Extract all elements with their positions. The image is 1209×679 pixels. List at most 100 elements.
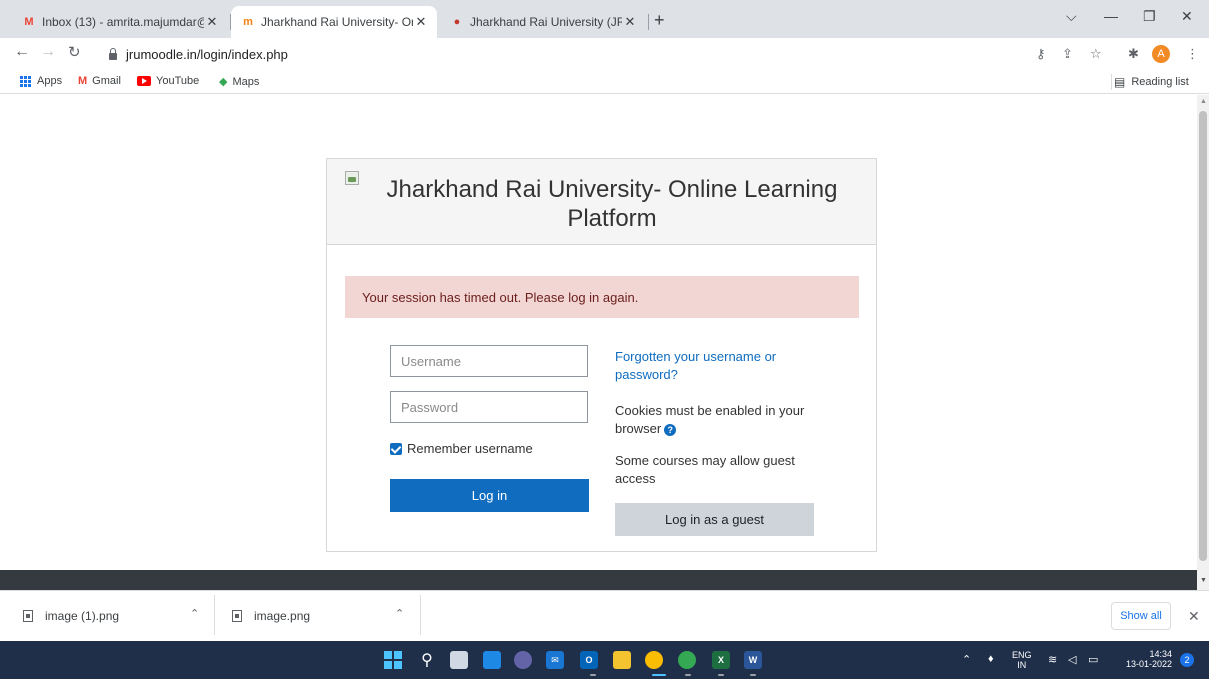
close-tab-icon[interactable]: ✕ (413, 14, 429, 30)
chrome-icon[interactable] (645, 651, 663, 669)
download-filename: image (1).png (45, 609, 120, 623)
bookmark-gmail[interactable]: M Gmail (78, 75, 121, 87)
tab-title: Inbox (13) - amrita.majumdar@jr (42, 15, 204, 29)
forward-arrow-icon[interactable]: → (40, 43, 56, 61)
cookies-notice: Cookies must be enabled in your browser? (615, 402, 815, 438)
excel-icon[interactable]: X (712, 651, 730, 669)
region-code: IN (1017, 660, 1027, 670)
mail-icon[interactable]: ✉ (546, 651, 564, 669)
tab-separator (648, 14, 649, 30)
guest-access-text: Some courses may allow guest access (615, 453, 795, 486)
login-card: Jharkhand Rai University- Online Learnin… (326, 158, 877, 552)
restore-icon[interactable]: ❐ (1143, 8, 1156, 25)
scroll-up-arrow-icon[interactable]: ▲ (1200, 98, 1207, 105)
extensions-puzzle-icon[interactable]: ✱ (1128, 46, 1139, 62)
active-indicator (652, 674, 666, 676)
minimize-icon[interactable]: — (1104, 8, 1118, 24)
checkbox-checked-icon[interactable] (390, 442, 402, 455)
forgot-password-link-text[interactable]: Forgotten your username or password? (615, 349, 776, 382)
task-view-icon[interactable] (450, 651, 468, 669)
close-tab-icon[interactable]: ✕ (622, 14, 638, 30)
new-tab-icon[interactable]: + (654, 10, 665, 31)
running-indicator (750, 674, 756, 676)
volume-icon[interactable]: ◁ (1068, 653, 1076, 666)
word-icon[interactable]: W (744, 651, 762, 669)
browser-tab-strip: M Inbox (13) - amrita.majumdar@jr ✕ m Jh… (0, 0, 1209, 38)
close-download-bar-icon[interactable]: ✕ (1188, 608, 1200, 625)
gmail-icon: M (78, 75, 88, 87)
bookmark-label: Maps (232, 75, 260, 88)
bookmark-apps[interactable]: Apps (20, 75, 62, 87)
download-separator (420, 595, 421, 635)
windows-start-icon[interactable] (384, 651, 402, 669)
page-scrollbar[interactable]: ▲ ▼ (1197, 95, 1209, 590)
microphone-icon[interactable]: ♦ (988, 653, 994, 665)
bookmark-star-icon[interactable]: ☆ (1090, 46, 1102, 62)
tab-search-chevron-icon[interactable]: ⌵ (1066, 8, 1077, 25)
image-file-icon (232, 610, 242, 622)
back-arrow-icon[interactable]: ← (14, 43, 30, 61)
login-as-guest-button[interactable]: Log in as a guest (615, 503, 814, 536)
close-tab-icon[interactable]: ✕ (204, 14, 220, 30)
moodle-icon: m (243, 16, 253, 28)
clock[interactable]: 14:34 13-01-2022 (1116, 649, 1172, 669)
page-content: Jharkhand Rai University- Online Learnin… (0, 95, 1197, 570)
lock-icon (108, 48, 118, 60)
show-hidden-icons-chevron-icon[interactable]: ⌃ (962, 653, 971, 666)
bookmarks-separator (1111, 74, 1112, 90)
username-input[interactable] (390, 345, 588, 377)
remember-username-checkbox[interactable]: Remember username (390, 441, 533, 456)
close-window-icon[interactable]: ✕ (1181, 8, 1193, 25)
show-all-downloads-button[interactable]: Show all (1111, 602, 1171, 630)
running-indicator (590, 674, 596, 676)
download-item[interactable]: image (1).png (23, 609, 119, 623)
remember-username-label: Remember username (407, 441, 533, 456)
battery-icon[interactable]: ▭ (1088, 653, 1098, 666)
menu-dots-icon[interactable]: ⋮ (1186, 46, 1199, 62)
bookmark-label: Gmail (92, 75, 121, 87)
login-card-header: Jharkhand Rai University- Online Learnin… (327, 159, 876, 245)
download-options-chevron-icon[interactable]: ⌃ (190, 607, 199, 620)
profile-avatar[interactable]: A (1152, 45, 1170, 63)
windows-taskbar: ⚲ ✉ O X W ⌃ ♦ ENG IN ≋ ◁ ▭ 14:34 13-01-2… (0, 641, 1209, 679)
tab-gmail-inbox[interactable]: M Inbox (13) - amrita.majumdar@jr ✕ (12, 6, 228, 38)
cookies-notice-text: Cookies must be enabled in your browser (615, 403, 805, 436)
download-item[interactable]: image.png (232, 609, 310, 623)
reading-list-button[interactable]: ▤ Reading list (1114, 75, 1189, 89)
image-file-icon (23, 610, 33, 622)
password-key-icon[interactable]: ⚷ (1036, 46, 1046, 62)
bookmark-youtube[interactable]: YouTube (137, 75, 199, 87)
teams-chat-icon[interactable] (514, 651, 532, 669)
youtube-icon (137, 76, 151, 86)
help-question-icon[interactable]: ? (664, 423, 677, 436)
search-icon[interactable]: ⚲ (418, 651, 436, 669)
tab-jru-website[interactable]: ● Jharkhand Rai University (JRU), R ✕ (440, 6, 646, 38)
scroll-down-arrow-icon[interactable]: ▼ (1200, 577, 1207, 584)
wifi-icon[interactable]: ≋ (1048, 653, 1057, 666)
notification-badge[interactable]: 2 (1180, 653, 1194, 667)
clock-time: 14:34 (1149, 649, 1172, 659)
tab-jru-moodle[interactable]: m Jharkhand Rai University- Online ✕ (231, 6, 437, 38)
widgets-icon[interactable] (483, 651, 501, 669)
language-indicator[interactable]: ENG IN (1012, 650, 1032, 670)
forgot-password-link[interactable]: Forgotten your username or password? (615, 348, 815, 384)
university-icon: ● (453, 16, 461, 28)
guest-access-notice: Some courses may allow guest access (615, 452, 815, 488)
bookmark-maps[interactable]: ◆ Maps (219, 75, 260, 89)
outlook-icon[interactable]: O (580, 651, 598, 669)
share-icon[interactable]: ⇪ (1062, 46, 1073, 62)
login-button[interactable]: Log in (390, 479, 589, 512)
reload-icon[interactable]: ↻ (68, 43, 81, 61)
download-options-chevron-icon[interactable]: ⌃ (395, 607, 404, 620)
address-bar[interactable]: jrumoodle.in/login/index.php (108, 41, 1028, 67)
running-indicator (685, 674, 691, 676)
tab-title: Jharkhand Rai University (JRU), R (470, 15, 622, 29)
chrome-profile-icon[interactable] (678, 651, 696, 669)
scrollbar-thumb[interactable] (1199, 111, 1207, 561)
maps-icon: ◆ (219, 76, 228, 88)
file-explorer-icon[interactable] (613, 651, 631, 669)
password-input[interactable] (390, 391, 588, 423)
bookmarks-bar: Apps M Gmail YouTube ◆ Maps ▤ Reading li… (0, 70, 1209, 94)
running-indicator (718, 674, 724, 676)
bookmark-label: YouTube (156, 75, 200, 87)
